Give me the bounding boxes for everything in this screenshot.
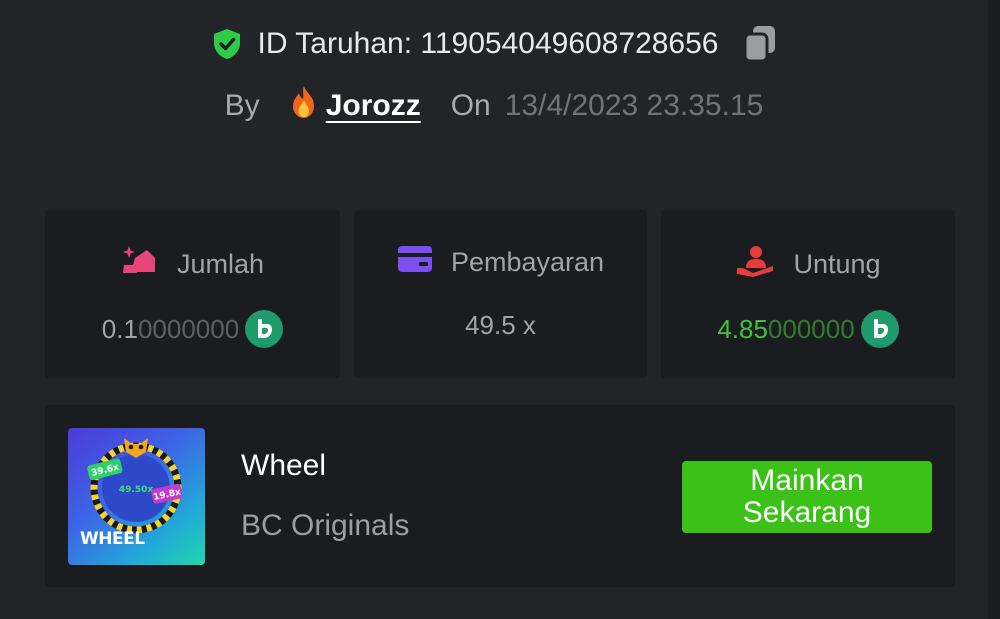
game-title[interactable]: Wheel [241, 449, 326, 483]
play-now-button[interactable]: Mainkan Sekarang [682, 461, 932, 533]
bet-id-value: 119054049608728656 [420, 27, 719, 60]
amount-value-main: 0.1 [101, 313, 138, 344]
bc-coin-icon [860, 310, 899, 348]
bet-amount-icon [121, 244, 159, 285]
profit-value: 4.85000000 [661, 310, 955, 348]
game-provider: BC Originals [241, 509, 410, 542]
amount-value-zeros: 0000000 [137, 313, 240, 344]
bet-id-label: ID Taruhan: [257, 27, 413, 60]
game-card: 39.6x 49.50x 19.8x WHEEL Wheel BC Origin… [45, 405, 955, 587]
profit-value-zeros: 000000 [767, 313, 855, 344]
payout-card: Pembayaran 49.5 x [354, 210, 647, 378]
bet-stats: Jumlah 0.10000000 Pembayaran 49.5 x Untu… [45, 210, 955, 378]
payout-label: Pembayaran [450, 247, 605, 277]
bet-id-text: ID Taruhan: 119054049608728656 [258, 27, 719, 61]
username[interactable]: Jorozz [326, 89, 421, 123]
bet-meta-row: By Jorozz On 13/4/2023 23.35.15 [0, 84, 988, 128]
amount-card: Jumlah 0.10000000 [45, 210, 340, 378]
thumb-logo-text: WHEEL [80, 529, 145, 549]
bet-datetime: 13/4/2023 23.35.15 [504, 89, 764, 122]
profit-card: Untung 4.85000000 [661, 210, 955, 378]
flame-icon [288, 84, 320, 128]
by-label: By [224, 89, 260, 122]
game-thumbnail[interactable]: 39.6x 49.50x 19.8x WHEEL [68, 428, 205, 565]
payout-value: 49.5 x [465, 310, 536, 340]
profit-label: Untung [793, 249, 881, 279]
on-label: On [450, 89, 491, 122]
amount-value: 0.10000000 [45, 310, 340, 348]
hand-profit-icon [735, 244, 775, 285]
amount-label: Jumlah [176, 249, 265, 279]
bet-id-row: ID Taruhan: 119054049608728656 [0, 24, 988, 64]
bc-coin-icon [245, 310, 284, 348]
user-link[interactable]: Jorozz [288, 84, 421, 128]
thumb-chip-2: 49.50x [119, 485, 153, 495]
card-icon [397, 244, 433, 281]
shield-check-icon [210, 27, 244, 61]
profit-value-main: 4.85 [717, 313, 768, 344]
scrollbar-track[interactable] [988, 0, 1000, 619]
copy-icon[interactable] [741, 24, 779, 64]
